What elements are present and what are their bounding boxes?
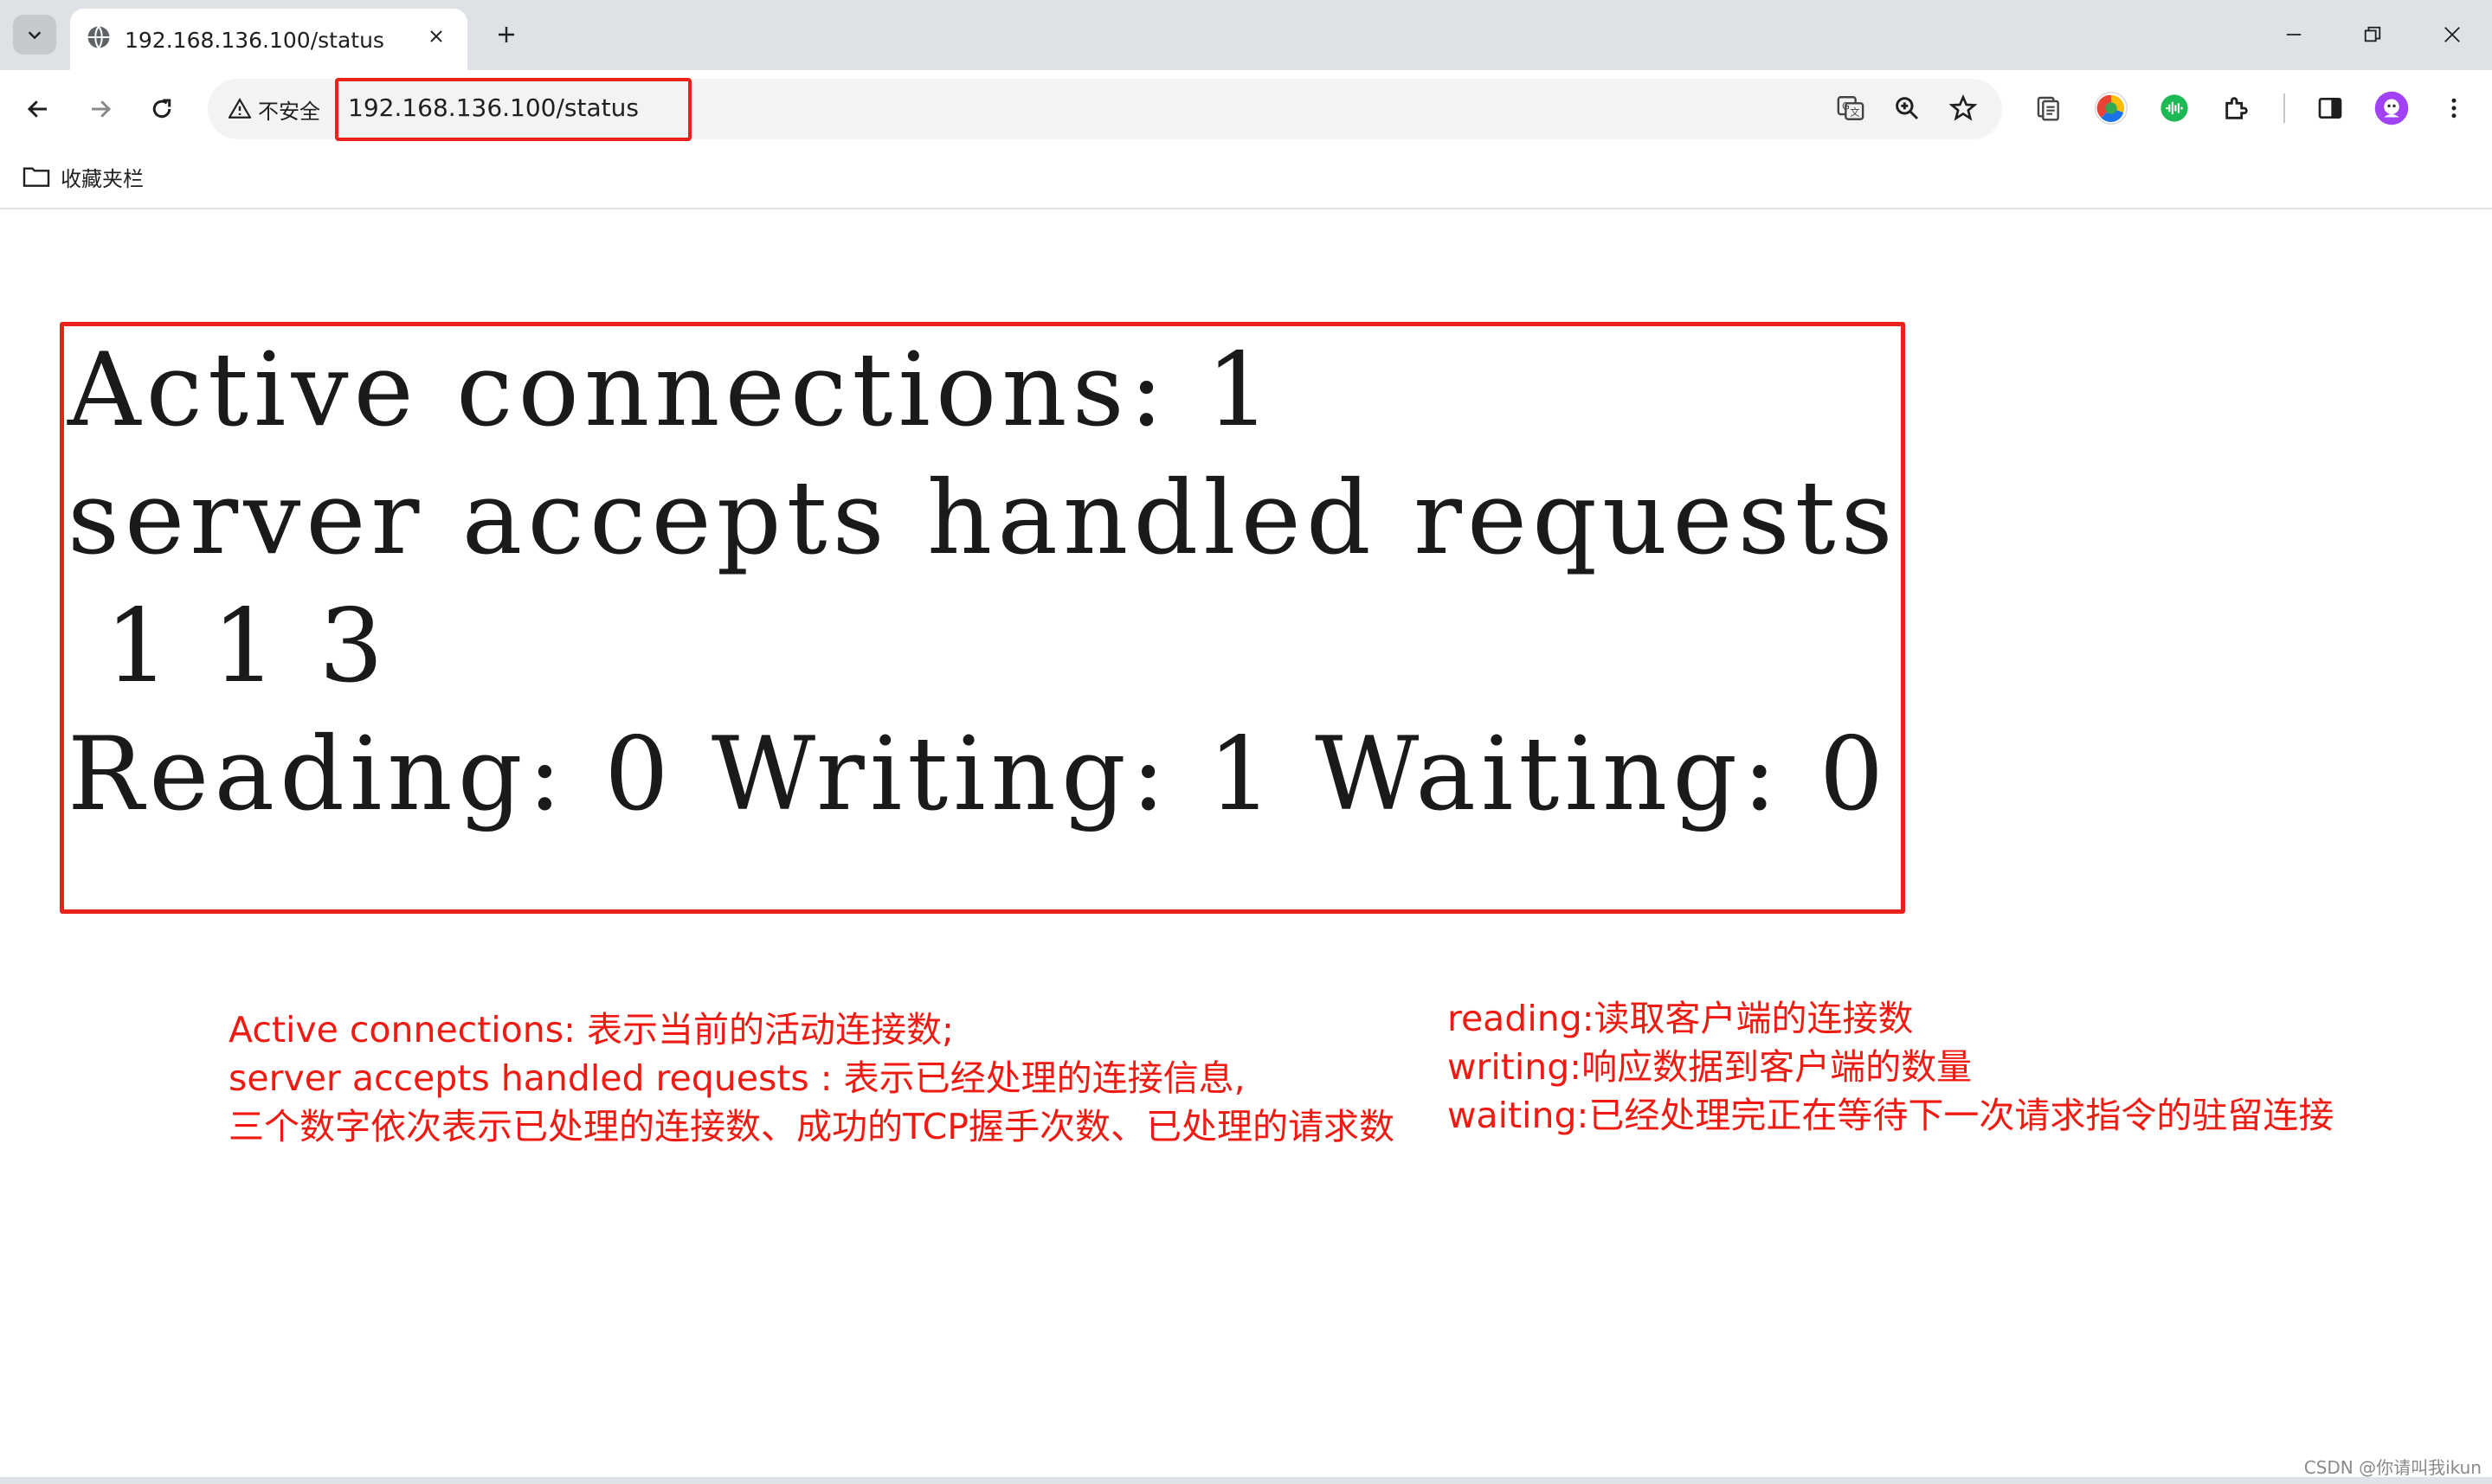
server-counts-line: 1 1 3 bbox=[68, 587, 389, 705]
restore-icon bbox=[2364, 26, 2381, 42]
back-button[interactable] bbox=[18, 89, 58, 129]
close-icon bbox=[2444, 27, 2460, 42]
minimize-button[interactable] bbox=[2272, 16, 2315, 54]
tab-close-button[interactable] bbox=[421, 21, 452, 52]
svg-text:G: G bbox=[1842, 100, 1850, 112]
puzzle-icon bbox=[2225, 97, 2248, 119]
note-writing: writing:响应数据到客户端的数量 bbox=[1447, 1046, 1973, 1088]
star-icon bbox=[1949, 94, 1977, 121]
bookmarks-folder[interactable]: 收藏夹栏 bbox=[23, 159, 144, 194]
plus-icon bbox=[499, 27, 514, 42]
new-tab-button[interactable] bbox=[489, 17, 524, 52]
active-connections-line: Active connections: 1 bbox=[68, 331, 1276, 449]
audio-icon bbox=[2160, 94, 2188, 122]
note-reading: reading:读取客户端的连接数 bbox=[1447, 998, 1914, 1039]
close-window-button[interactable] bbox=[2431, 16, 2474, 54]
translate-icon: G 文 bbox=[1837, 96, 1864, 120]
active-tab[interactable]: 192.168.136.100/status bbox=[70, 9, 467, 70]
color-extension-button[interactable] bbox=[2090, 87, 2133, 130]
window-bottom-edge bbox=[0, 1477, 2492, 1484]
reading-list-icon bbox=[2037, 96, 2059, 121]
side-panel-icon bbox=[2318, 98, 2342, 119]
zoom-icon bbox=[1896, 97, 1919, 120]
tab-strip: 192.168.136.100/status bbox=[0, 0, 2492, 70]
side-panel-button[interactable] bbox=[2308, 87, 2352, 130]
profile-avatar-icon bbox=[2374, 91, 2409, 125]
restore-button[interactable] bbox=[2351, 16, 2394, 54]
close-icon bbox=[430, 30, 442, 42]
forward-button[interactable] bbox=[80, 89, 120, 129]
reading-list-button[interactable] bbox=[2027, 87, 2070, 130]
note-three-numbers: 三个数字依次表示已处理的连接数、成功的TCP握手次数、已处理的请求数 bbox=[229, 1106, 1394, 1147]
csdn-watermark: CSDN @你请叫我ikun bbox=[2303, 1457, 2482, 1478]
bookmarks-bar: 收藏夹栏 bbox=[0, 149, 2492, 209]
minimize-icon bbox=[2286, 34, 2302, 35]
bookmarks-folder-label: 收藏夹栏 bbox=[61, 166, 144, 191]
more-icon bbox=[2451, 98, 2457, 119]
back-icon bbox=[27, 100, 47, 118]
note-active-connections: Active connections: 表示当前的活动连接数; bbox=[229, 1009, 954, 1050]
tab-search-button[interactable] bbox=[13, 15, 56, 55]
zoom-button[interactable] bbox=[1885, 87, 1929, 130]
svg-text:文: 文 bbox=[1850, 106, 1859, 119]
bookmark-star-button[interactable] bbox=[1941, 87, 1985, 130]
menu-button[interactable] bbox=[2432, 87, 2476, 130]
note-waiting: waiting:已经处理完正在等待下一次请求指令的驻留连接 bbox=[1447, 1095, 2334, 1136]
url-highlight-box bbox=[335, 78, 692, 141]
extensions-button[interactable] bbox=[2215, 87, 2258, 130]
translate-button[interactable]: G 文 bbox=[1829, 87, 1872, 130]
security-label: 不安全 bbox=[258, 99, 320, 124]
chevron-down-icon bbox=[28, 31, 42, 40]
reading-writing-waiting-line: Reading: 0 Writing: 1 Waiting: 0 bbox=[68, 715, 1890, 833]
globe-icon bbox=[87, 25, 110, 49]
server-header-line: server accepts handled requests bbox=[68, 459, 1898, 577]
tab-title: 192.168.136.100/status bbox=[125, 28, 384, 53]
profile-button[interactable] bbox=[2370, 87, 2413, 130]
security-chip[interactable]: 不安全 bbox=[216, 87, 331, 131]
toolbar-divider bbox=[2283, 93, 2285, 123]
color-ball-icon bbox=[2094, 91, 2128, 125]
forward-icon bbox=[92, 100, 112, 118]
warning-icon bbox=[229, 98, 251, 119]
reload-icon bbox=[152, 99, 171, 119]
reload-button[interactable] bbox=[142, 89, 182, 129]
folder-icon bbox=[23, 167, 50, 187]
audio-extension-button[interactable] bbox=[2153, 87, 2196, 130]
note-server-accepts: server accepts handled requests : 表示已经处理… bbox=[229, 1057, 1246, 1099]
